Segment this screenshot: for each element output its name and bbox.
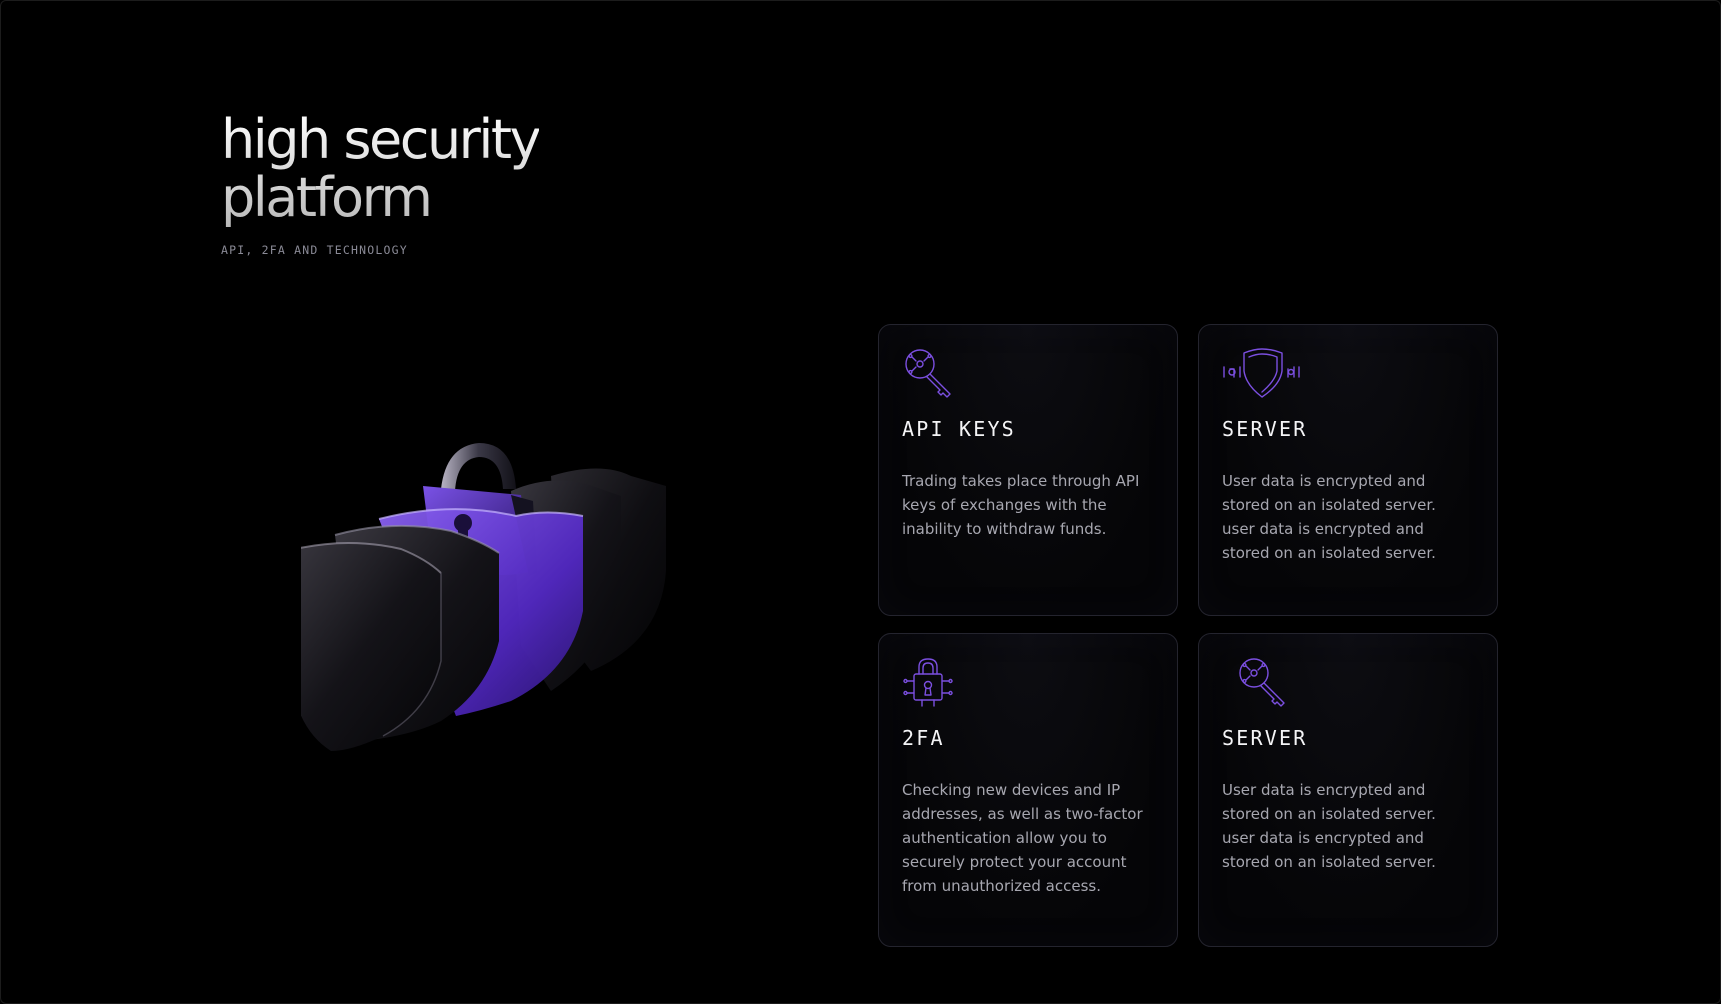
feature-card-2fa: 2FA Checking new devices and IP addresse… [878, 633, 1178, 947]
page-subtitle: API, 2FA AND TECHNOLOGY [221, 243, 408, 257]
card-description: Checking new devices and IP addresses, a… [902, 781, 1143, 895]
page-title-line-1: high security [221, 108, 539, 171]
feature-card-api-keys: API KEYS Trading takes place through API… [878, 324, 1178, 616]
feature-card-server: SERVER User data is encrypted and stored… [1198, 324, 1498, 616]
padlock-circuit-icon [903, 658, 953, 707]
feature-card-server-2: SERVER User data is encrypted and stored… [1198, 633, 1498, 947]
shield-lock-icon [301, 443, 666, 751]
card-description: User data is encrypted and stored on an … [1222, 472, 1436, 562]
key-circuit-icon [905, 349, 951, 398]
page-title: high security platform [221, 111, 539, 227]
binary-shield-icon [1223, 348, 1300, 398]
key-circuit-icon [1239, 658, 1285, 707]
card-title: API KEYS [902, 417, 1016, 441]
card-title: SERVER [1222, 417, 1308, 441]
card-title: SERVER [1222, 726, 1308, 750]
card-description: User data is encrypted and stored on an … [1222, 781, 1436, 871]
card-title: 2FA [902, 726, 945, 750]
card-description: Trading takes place through API keys of … [902, 472, 1140, 538]
page-frame: high security platform API, 2FA AND TECH… [0, 0, 1721, 1004]
page-title-line-2: platform [221, 166, 431, 229]
